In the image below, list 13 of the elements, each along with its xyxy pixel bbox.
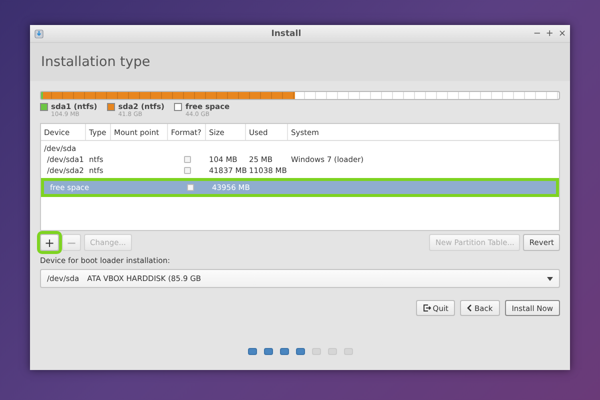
format-checkbox[interactable] xyxy=(184,167,190,174)
page-title: Installation type xyxy=(41,54,150,70)
format-checkbox[interactable] xyxy=(186,184,194,191)
window-title: Install xyxy=(270,28,302,38)
partition-action-button[interactable]: + xyxy=(40,234,59,251)
format-checkbox[interactable] xyxy=(184,156,190,163)
chevron-left-icon xyxy=(467,304,472,312)
window-control[interactable]: × xyxy=(558,25,566,42)
window-control[interactable]: + xyxy=(546,25,554,42)
download-icon xyxy=(34,28,44,38)
exit-icon xyxy=(422,304,431,312)
window-control[interactable]: − xyxy=(533,25,541,42)
dropdown-arrow-icon xyxy=(547,276,553,280)
